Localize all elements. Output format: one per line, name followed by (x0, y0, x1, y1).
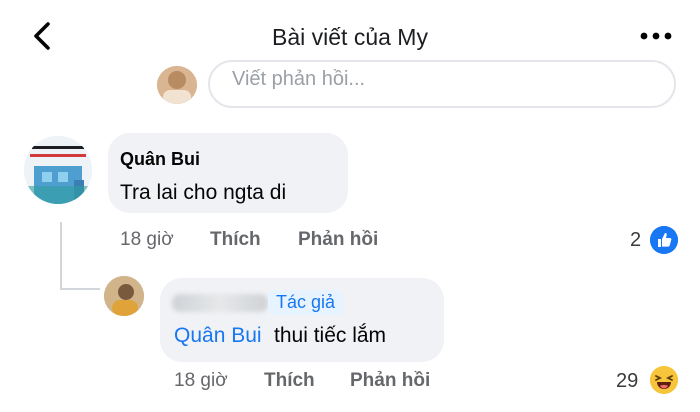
comment-bubble: Quân Bui Tra lai cho ngta di (108, 133, 348, 213)
more-dots-icon[interactable] (638, 26, 674, 46)
like-icon[interactable] (650, 226, 678, 254)
comment-time: 18 giờ (174, 370, 228, 391)
reply-button[interactable]: Phản hồi (298, 229, 378, 251)
haha-icon[interactable] (650, 366, 678, 394)
avatar (157, 66, 197, 104)
reaction-count[interactable]: 29 (616, 370, 638, 393)
mention-link[interactable]: Quân Bui (174, 324, 262, 348)
author-badge: Tác giả (268, 290, 344, 315)
like-button[interactable]: Thích (210, 229, 261, 251)
reply-button[interactable]: Phản hồi (350, 370, 430, 392)
hidden-author-name (172, 294, 268, 312)
comment-bubble: Tác giả Quân Bui thui tiếc lắm (160, 278, 444, 362)
reaction-count[interactable]: 2 (630, 229, 641, 252)
reply-placeholder: Viết phản hồi... (232, 68, 366, 90)
page-title: Bài viết của My (272, 24, 428, 50)
thread-line (60, 288, 100, 290)
comment-text: thui tiếc lắm (274, 324, 387, 347)
comment-time: 18 giờ (120, 229, 174, 250)
thread-line (60, 222, 62, 290)
avatar[interactable] (24, 136, 92, 204)
reply-input[interactable]: Viết phản hồi... (208, 60, 676, 108)
reply-row: Viết phản hồi... (0, 60, 700, 110)
avatar[interactable] (104, 276, 144, 316)
comment-text: Tra lai cho ngta di (120, 181, 287, 204)
comment-author[interactable]: Quân Bui (120, 149, 200, 170)
like-button[interactable]: Thích (264, 370, 315, 392)
